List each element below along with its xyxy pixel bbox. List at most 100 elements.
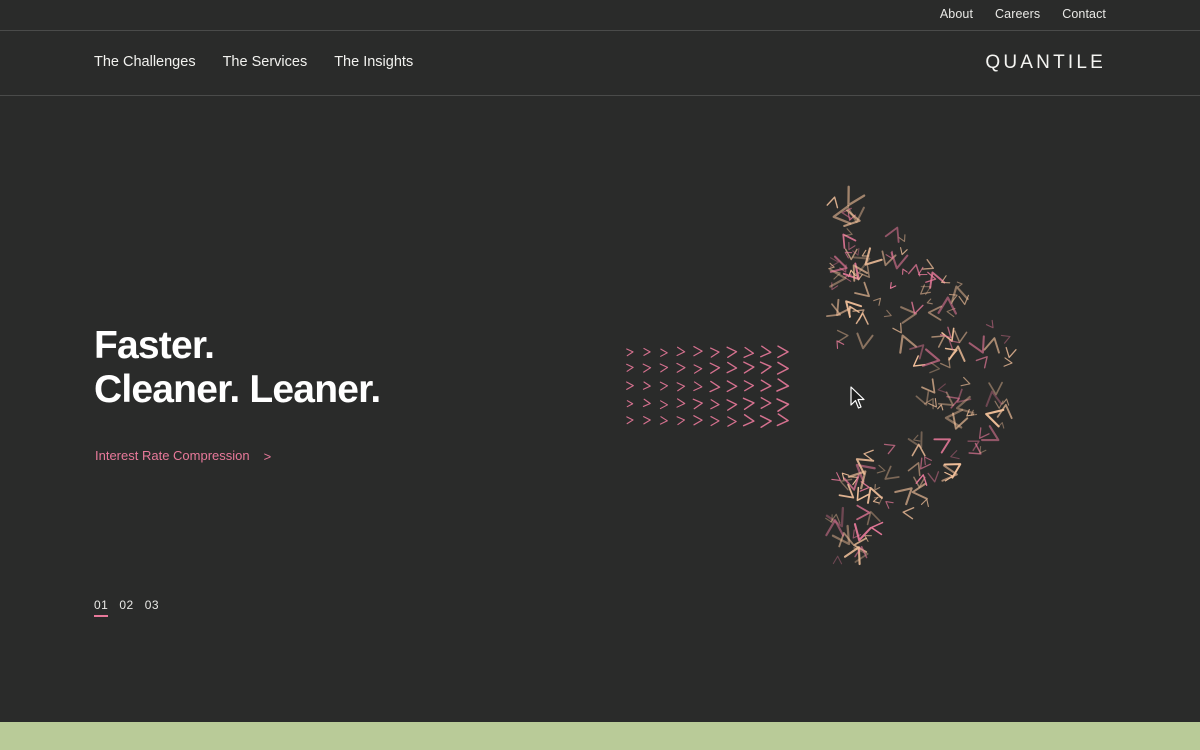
chevron-glyph — [693, 345, 703, 357]
chevron-glyph — [892, 322, 902, 334]
chevron-glyph — [902, 507, 915, 520]
chevron-glyph — [760, 345, 772, 358]
chevron-glyph — [855, 312, 869, 325]
chevron-glyph — [899, 334, 918, 354]
chevron-glyph — [660, 348, 668, 357]
chevron-glyph — [863, 449, 874, 461]
chevron-glyph — [960, 376, 971, 387]
chevron-glyph — [643, 347, 651, 356]
utility-link-about[interactable]: About — [940, 7, 973, 21]
nav-link-challenges[interactable]: The Challenges — [94, 54, 196, 70]
chevron-glyph — [907, 263, 921, 277]
chevron-glyph — [912, 355, 926, 367]
chevron-glyph — [889, 281, 897, 289]
chevron-glyph — [921, 378, 936, 394]
chevron-glyph — [659, 363, 669, 373]
chevron-glyph — [975, 356, 988, 369]
chevron-glyph — [726, 346, 738, 359]
chevron-glyph — [832, 555, 843, 565]
chevron-glyph — [885, 501, 894, 509]
chevron-glyph — [842, 233, 857, 249]
chevron-glyph — [776, 361, 789, 375]
logo[interactable]: QUANTILE — [985, 52, 1106, 74]
chevron-glyph — [642, 398, 651, 407]
chevron-glyph — [759, 415, 772, 429]
chevron-glyph — [902, 268, 908, 275]
chevron-glyph — [659, 381, 669, 391]
chevron-glyph — [985, 390, 1003, 407]
chevron-glyph — [693, 364, 703, 374]
chevron-right-icon: > — [263, 449, 272, 464]
chevron-glyph — [848, 241, 856, 251]
footer-band — [0, 722, 1200, 750]
pager-item-01[interactable]: 01 — [94, 598, 109, 617]
pager-item-02[interactable]: 02 — [119, 598, 133, 616]
chevron-glyph — [937, 391, 954, 406]
chevron-glyph — [825, 519, 845, 537]
hero-cta-link[interactable]: Interest Rate Compression > — [95, 447, 271, 464]
chevron-glyph — [743, 380, 755, 392]
utility-nav: About Careers Contact — [940, 7, 1106, 21]
chevron-glyph — [836, 329, 849, 343]
utility-link-contact[interactable]: Contact — [1062, 7, 1106, 21]
chevron-glyph — [710, 415, 720, 427]
chevron-glyph — [776, 378, 790, 392]
chevron-glyph — [923, 456, 932, 466]
chevron-glyph — [676, 346, 686, 357]
chevron-glyph — [836, 340, 845, 350]
primary-nav: The Challenges The Services The Insights — [94, 54, 413, 70]
chevron-glyph — [921, 348, 941, 367]
chevron-glyph — [693, 415, 703, 426]
chevron-glyph — [950, 285, 969, 304]
chevron-glyph — [937, 404, 944, 411]
chevron-glyph — [643, 416, 651, 425]
chevron-glyph — [776, 413, 789, 427]
mouse-pointer-icon — [850, 386, 865, 409]
chevron-glyph — [626, 381, 634, 390]
chevron-glyph — [983, 337, 1000, 354]
chevron-glyph — [937, 383, 948, 394]
main-nav: The Challenges The Services The Insights… — [0, 31, 1200, 96]
slide-pager: 01 02 03 — [94, 598, 159, 617]
nav-link-insights[interactable]: The Insights — [334, 54, 413, 70]
chevron-glyph — [676, 382, 686, 392]
chevron-glyph — [777, 345, 789, 359]
chevron-glyph — [920, 498, 929, 508]
chevron-glyph — [759, 361, 772, 374]
chevron-glyph — [872, 496, 880, 504]
chevron-glyph — [726, 399, 738, 411]
chevron-glyph — [659, 400, 669, 410]
chevron-glyph — [873, 297, 882, 306]
chevron-glyph — [856, 332, 874, 350]
chevron-glyph — [742, 414, 755, 427]
chevron-glyph — [726, 361, 738, 374]
chevron-glyph — [676, 362, 686, 373]
chevron-glyph — [927, 471, 940, 483]
chevron-glyph — [911, 301, 924, 315]
pager-item-03[interactable]: 03 — [145, 598, 159, 616]
nav-link-services[interactable]: The Services — [223, 54, 308, 70]
chevron-glyph — [659, 416, 668, 425]
chevron-glyph — [626, 416, 634, 425]
utility-bar: About Careers Contact — [0, 0, 1200, 31]
hero-cta-label: Interest Rate Compression — [95, 448, 250, 463]
utility-link-careers[interactable]: Careers — [995, 7, 1040, 21]
hero-heading: Faster. Cleaner. Leaner. — [94, 324, 381, 412]
chevron-glyph — [883, 309, 892, 318]
chevron-glyph — [760, 397, 772, 409]
chevron-glyph — [626, 400, 634, 408]
chevron-glyph — [898, 234, 906, 243]
chevron-glyph — [876, 464, 886, 474]
chevron-glyph — [956, 281, 963, 288]
chevron-glyph — [826, 196, 839, 209]
chevron-glyph — [676, 398, 686, 408]
chevron-glyph — [950, 450, 960, 460]
chevron-glyph — [929, 362, 941, 374]
chevron-glyph — [870, 521, 884, 536]
page: About Careers Contact The Challenges The… — [0, 0, 1200, 750]
chevron-glyph — [980, 425, 1000, 442]
chevron-glyph — [742, 397, 755, 411]
chevron-glyph — [626, 363, 634, 372]
chevron-glyph — [642, 363, 652, 373]
chevron-glyph — [941, 464, 958, 482]
